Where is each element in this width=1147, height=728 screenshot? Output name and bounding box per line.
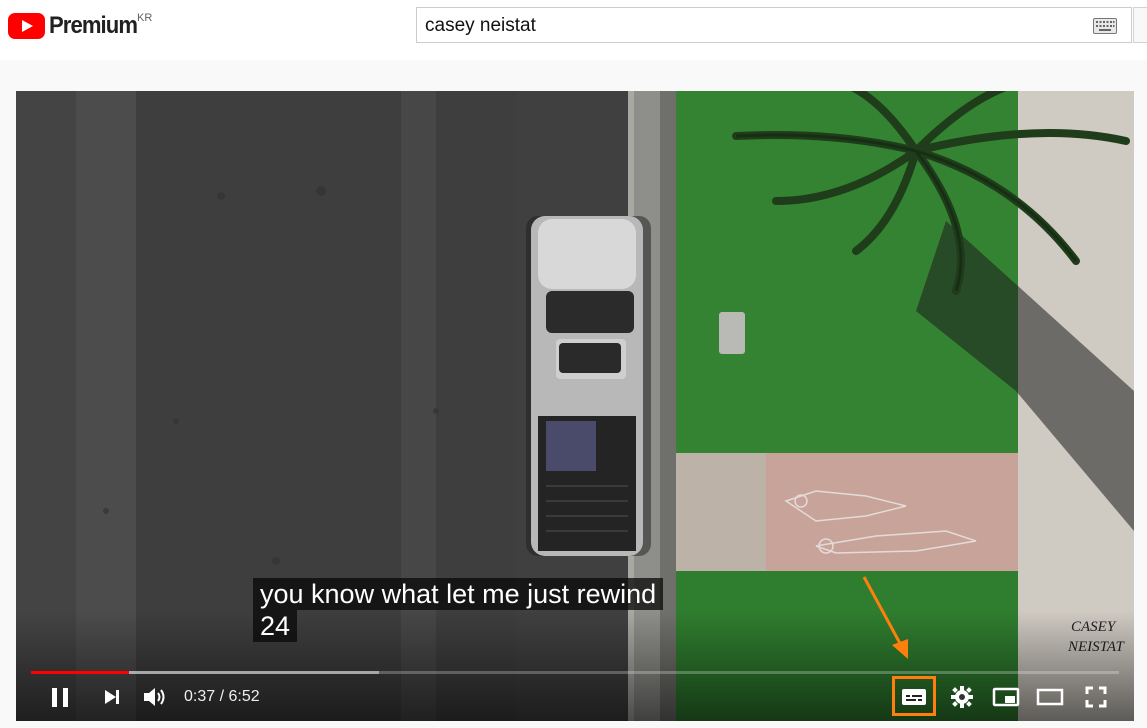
fullscreen-icon (1085, 686, 1107, 708)
search-button[interactable] (1133, 7, 1147, 43)
progress-played (31, 671, 129, 674)
progress-bar[interactable] (31, 671, 1119, 674)
caption-line-1: you know what let me just rewind (253, 578, 664, 610)
caption-line-2: 24 (253, 610, 298, 642)
miniplayer-icon (992, 687, 1020, 707)
pause-button[interactable] (44, 679, 76, 715)
settings-button[interactable] (944, 679, 980, 715)
fullscreen-button[interactable] (1078, 679, 1114, 715)
annotation-arrow-icon (862, 576, 908, 659)
next-icon (105, 690, 119, 704)
pause-icon (52, 688, 68, 707)
brand-name: Premium (49, 12, 138, 39)
masthead: Premium KR casey neistat (0, 0, 1147, 60)
theater-mode-icon (1036, 688, 1064, 706)
video-player[interactable]: CASEY NEISTAT you know what let me just … (16, 91, 1134, 721)
theater-mode-button[interactable] (1032, 679, 1068, 715)
youtube-logo-icon (8, 13, 45, 39)
keyboard-icon[interactable] (1093, 18, 1117, 34)
annotation-highlight-box (892, 676, 936, 716)
subtitle-caption: you know what let me just rewind 24 (253, 578, 664, 642)
volume-icon (144, 688, 165, 706)
player-controls: 0:37 / 6:52 (16, 679, 1134, 721)
miniplayer-button[interactable] (988, 679, 1024, 715)
settings-icon (951, 686, 973, 708)
search-input[interactable]: casey neistat (425, 15, 536, 37)
youtube-premium-logo[interactable]: Premium (8, 12, 145, 40)
region-code: KR (137, 12, 153, 24)
next-button[interactable] (96, 679, 128, 715)
search-box[interactable]: casey neistat (416, 7, 1132, 43)
time-display: 0:37 / 6:52 (184, 688, 260, 705)
mute-button[interactable] (138, 679, 172, 715)
